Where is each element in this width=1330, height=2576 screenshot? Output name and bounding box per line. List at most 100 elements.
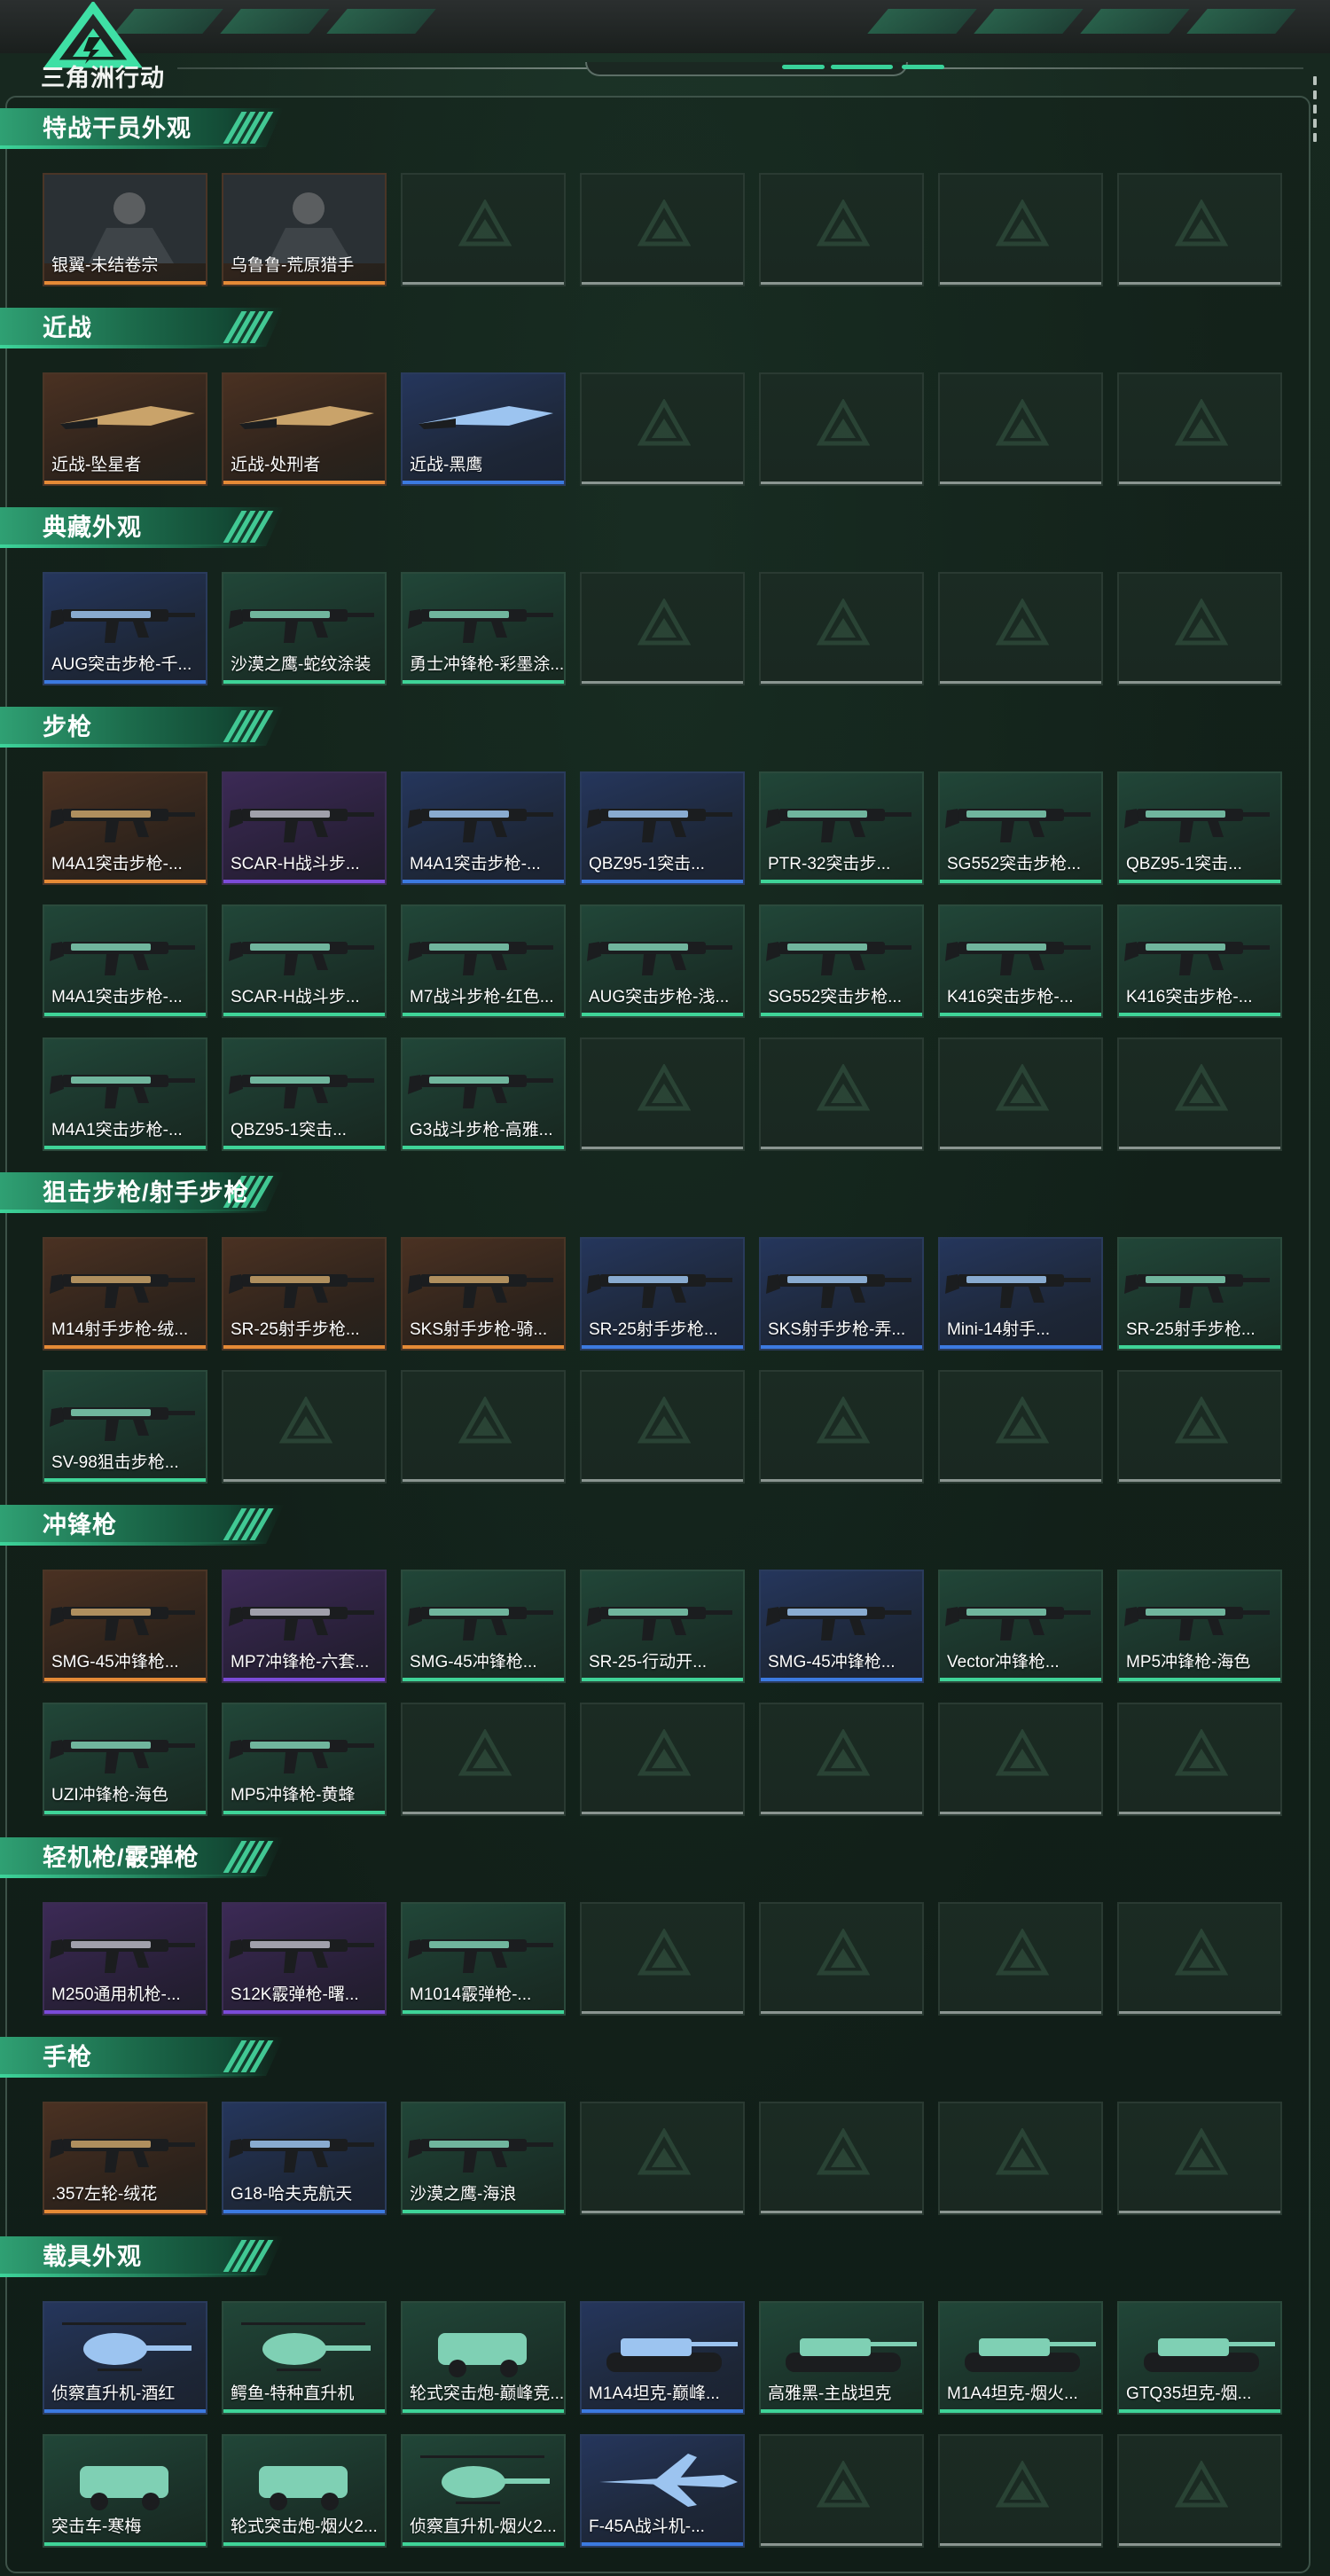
collection-item-card[interactable]: SKS射手步枪-骑... xyxy=(401,1237,566,1351)
delta-watermark-icon xyxy=(817,200,870,247)
collection-item-card[interactable]: SR-25射手步枪... xyxy=(1117,1237,1282,1351)
collection-item-card[interactable]: M4A1突击步枪-... xyxy=(401,771,566,885)
rarity-bar xyxy=(223,2210,385,2213)
rarity-bar xyxy=(1119,1147,1280,1149)
rarity-bar xyxy=(1119,880,1280,883)
helicopter-vehicle-icon xyxy=(62,2322,192,2371)
rifle-weapon-icon xyxy=(1124,942,1270,975)
rarity-bar xyxy=(403,481,564,484)
collection-item-card[interactable]: .357左轮-绒花 xyxy=(43,2102,207,2215)
collection-item-card[interactable]: 近战-坠星者 xyxy=(43,372,207,486)
collection-item-card[interactable]: SR-25射手步枪... xyxy=(222,1237,387,1351)
delta-watermark-icon xyxy=(996,1397,1049,1444)
collection-item-card[interactable]: 轮式突击炮-烟火2... xyxy=(222,2434,387,2548)
collection-item-card[interactable]: K416突击步枪-... xyxy=(938,904,1103,1018)
collection-item-card[interactable]: QBZ95-1突击... xyxy=(222,1037,387,1151)
empty-slot xyxy=(580,1037,745,1151)
collection-item-card[interactable]: SMG-45冲锋枪... xyxy=(43,1570,207,1683)
collection-item-card[interactable]: M14射手步枪-绒... xyxy=(43,1237,207,1351)
empty-slot xyxy=(759,372,924,486)
shotgun-weapon-icon xyxy=(229,1939,374,1973)
empty-slot xyxy=(938,1037,1103,1151)
collection-item-card[interactable]: SG552突击步枪... xyxy=(938,771,1103,885)
blade-weapon-icon xyxy=(60,406,195,429)
item-label: QBZ95-1突击... xyxy=(589,855,705,873)
collection-item-card[interactable]: AUG突击步枪-千... xyxy=(43,572,207,685)
collection-item-card[interactable]: M1A4坦克-烟火... xyxy=(938,2301,1103,2415)
rarity-bar xyxy=(223,1345,385,1349)
collection-item-card[interactable]: M1014霰弹枪-... xyxy=(401,1902,566,2016)
collection-item-card[interactable]: Vector冲锋枪... xyxy=(938,1570,1103,1683)
collection-item-card[interactable]: M250通用机枪-... xyxy=(43,1902,207,2016)
collection-item-card[interactable]: 高雅黑-主战坦克 xyxy=(759,2301,924,2415)
collection-item-card[interactable]: M4A1突击步枪-... xyxy=(43,904,207,1018)
collection-item-card[interactable]: 轮式突击炮-巅峰竞... xyxy=(401,2301,566,2415)
rarity-bar xyxy=(44,281,206,285)
collection-item-card[interactable]: SMG-45冲锋枪... xyxy=(759,1570,924,1683)
rifle-weapon-icon xyxy=(945,809,1091,842)
collection-item-card[interactable]: SV-98狙击步枪... xyxy=(43,1370,207,1484)
delta-watermark-icon xyxy=(638,1929,691,1976)
collection-item-card[interactable]: SCAR-H战斗步... xyxy=(222,904,387,1018)
collection-item-card[interactable]: MP5冲锋枪-海色 xyxy=(1117,1570,1282,1683)
collection-item-card[interactable]: GTQ35坦克-烟... xyxy=(1117,2301,1282,2415)
rarity-bar xyxy=(761,880,922,883)
knife-weapon-icon xyxy=(419,406,553,429)
collection-item-card[interactable]: K416突击步枪-... xyxy=(1117,904,1282,1018)
collection-item-card[interactable]: 近战-黑鹰 xyxy=(401,372,566,486)
rarity-bar xyxy=(44,1013,206,1016)
collection-item-card[interactable]: M4A1突击步枪-... xyxy=(43,1037,207,1151)
collection-item-card[interactable]: G3战斗步枪-高雅... xyxy=(401,1037,566,1151)
collection-item-card[interactable]: Mini-14射手... xyxy=(938,1237,1103,1351)
collection-item-card[interactable]: 突击车-寒梅 xyxy=(43,2434,207,2548)
collection-item-card[interactable]: SMG-45冲锋枪... xyxy=(401,1570,566,1683)
collection-item-card[interactable]: MP5冲锋枪-黄蜂 xyxy=(222,1703,387,1816)
collection-item-card[interactable]: SR-25-行动开... xyxy=(580,1570,745,1683)
collection-item-card[interactable]: 近战-处刑者 xyxy=(222,372,387,486)
empty-slot xyxy=(938,1370,1103,1484)
collection-item-card[interactable]: 侦察直升机-酒红 xyxy=(43,2301,207,2415)
item-label: 轮式突击炮-巅峰竞... xyxy=(410,2384,565,2403)
blade-weapon-icon xyxy=(239,406,374,429)
collection-item-card[interactable]: 侦察直升机-烟火2... xyxy=(401,2434,566,2548)
collection-item-card[interactable]: SR-25射手步枪... xyxy=(580,1237,745,1351)
collection-item-card[interactable]: M1A4坦克-巅峰... xyxy=(580,2301,745,2415)
item-label: GTQ35坦克-烟... xyxy=(1126,2384,1252,2403)
collection-item-card[interactable]: QBZ95-1突击... xyxy=(580,771,745,885)
rarity-bar xyxy=(403,1812,564,1814)
collection-item-card[interactable]: MP7冲锋枪-六套... xyxy=(222,1570,387,1683)
rarity-bar xyxy=(403,1479,564,1482)
rarity-bar xyxy=(1119,2211,1280,2213)
delta-watermark-icon xyxy=(458,1397,512,1444)
collection-item-card[interactable]: 乌鲁鲁-荒原猎手 xyxy=(222,173,387,286)
item-label: 银翼-未结卷宗 xyxy=(51,256,159,275)
item-label: MP5冲锋枪-黄蜂 xyxy=(231,1786,356,1805)
empty-slot xyxy=(222,1370,387,1484)
collection-item-card[interactable]: 沙漠之鹰-海浪 xyxy=(401,2102,566,2215)
item-label: 勇士冲锋枪-彩墨涂... xyxy=(410,655,565,674)
collection-item-card[interactable]: G18-哈夫克航天 xyxy=(222,2102,387,2215)
collection-item-card[interactable]: F-45A战斗机-... xyxy=(580,2434,745,2548)
collection-item-card[interactable]: M7战斗步枪-红色... xyxy=(401,904,566,1018)
collection-item-card[interactable]: 鳄鱼-特种直升机 xyxy=(222,2301,387,2415)
collection-item-card[interactable]: SKS射手步枪-弄... xyxy=(759,1237,924,1351)
collection-item-card[interactable]: 勇士冲锋枪-彩墨涂... xyxy=(401,572,566,685)
collection-item-card[interactable]: AUG突击步枪-浅... xyxy=(580,904,745,1018)
item-label: 近战-坠星者 xyxy=(51,456,142,474)
collection-item-card[interactable]: 沙漠之鹰-蛇纹涂装 xyxy=(222,572,387,685)
collection-item-card[interactable]: SG552突击步枪... xyxy=(759,904,924,1018)
empty-slot xyxy=(580,372,745,486)
item-label: SR-25射手步枪... xyxy=(589,1320,718,1339)
collection-item-card[interactable]: S12K霰弹枪-曙... xyxy=(222,1902,387,2016)
delta-watermark-icon xyxy=(1175,200,1228,247)
scrollbar-handle[interactable] xyxy=(1313,76,1318,158)
collection-item-card[interactable]: 银翼-未结卷宗 xyxy=(43,173,207,286)
item-label: SKS射手步枪-骑... xyxy=(410,1320,548,1339)
collection-item-card[interactable]: QBZ95-1突击... xyxy=(1117,771,1282,885)
collection-item-card[interactable]: SCAR-H战斗步... xyxy=(222,771,387,885)
rarity-bar xyxy=(940,2409,1101,2413)
collection-item-card[interactable]: UZI冲锋枪-海色 xyxy=(43,1703,207,1816)
collection-item-card[interactable]: M4A1突击步枪-... xyxy=(43,771,207,885)
empty-slot xyxy=(938,2434,1103,2548)
collection-item-card[interactable]: PTR-32突击步... xyxy=(759,771,924,885)
